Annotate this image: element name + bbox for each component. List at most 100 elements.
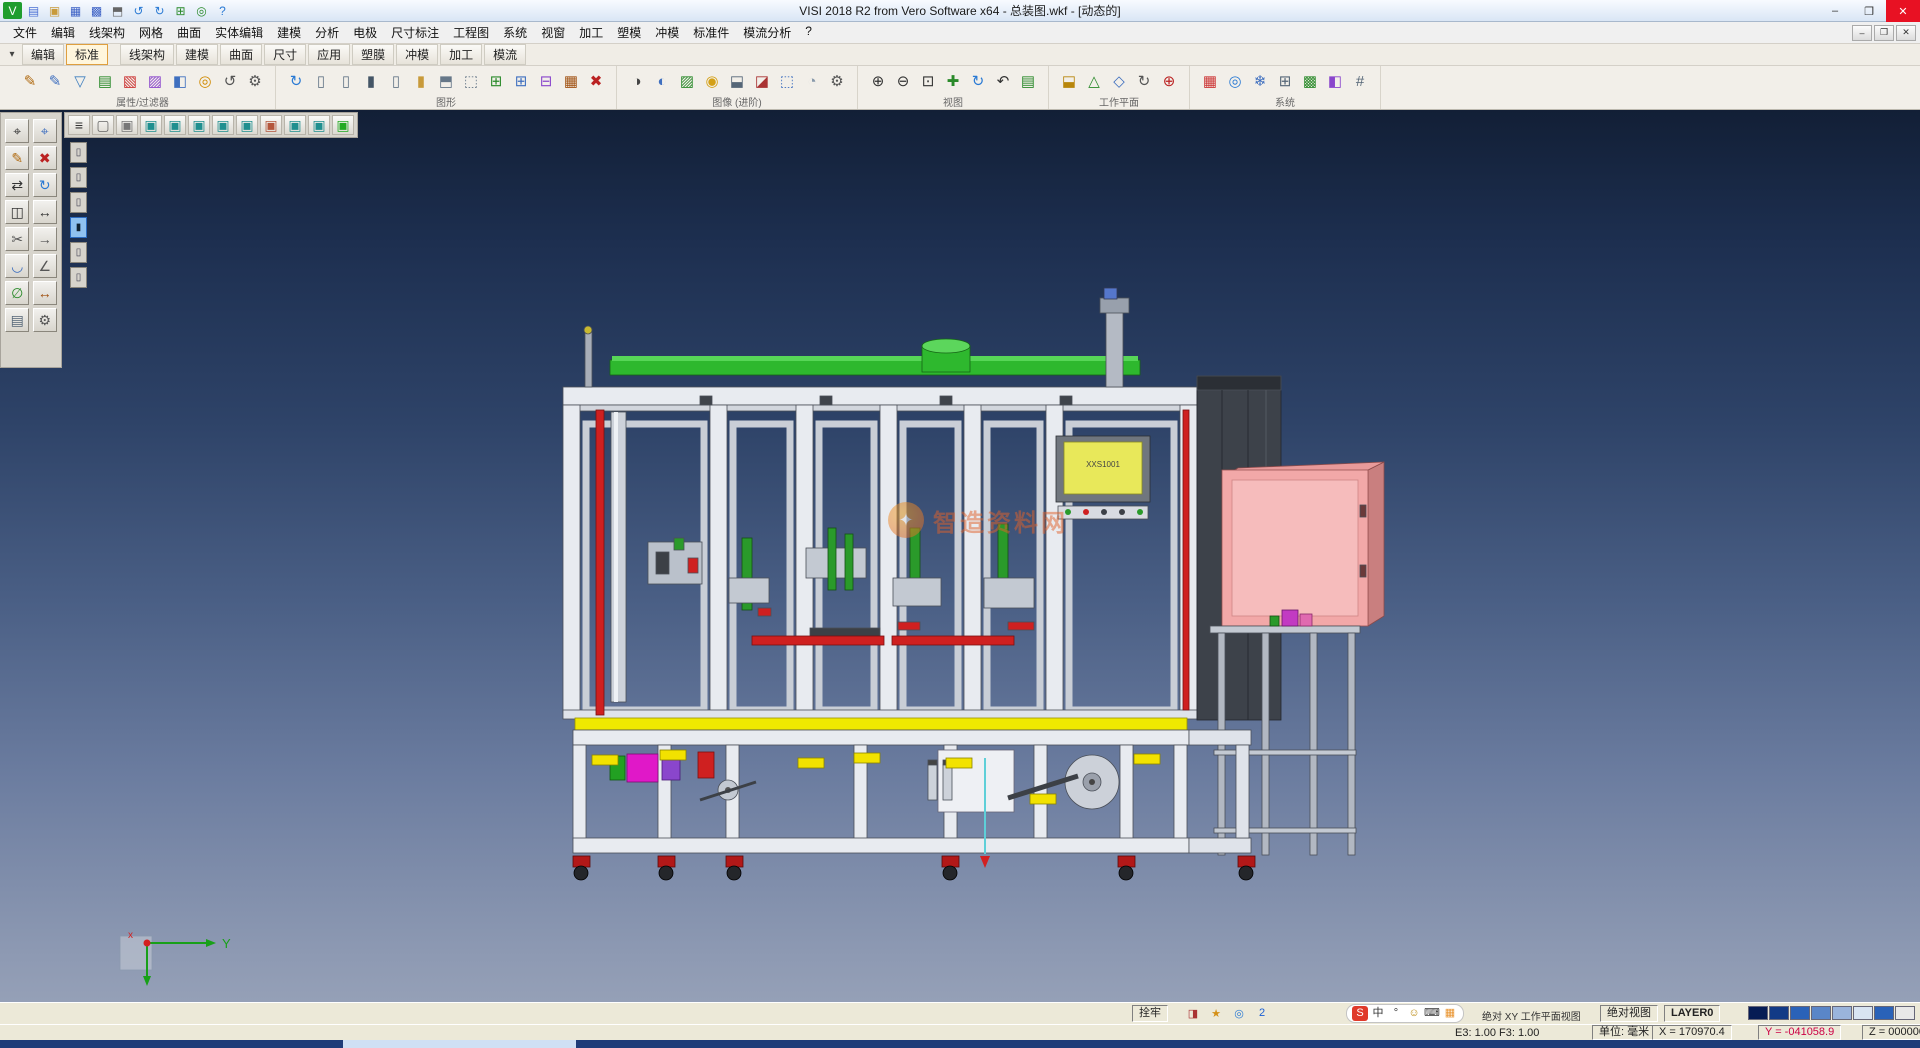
tab-standard[interactable]: 标准 [66, 44, 108, 65]
view-top-icon[interactable]: ▣ [164, 115, 186, 135]
texture-map-icon[interactable]: ▨ [676, 69, 698, 93]
zoom-extents-icon[interactable]: ⊡ [917, 69, 939, 93]
globe-icon[interactable]: ◎ [192, 2, 211, 19]
color-filter-icon[interactable]: ▧ [119, 69, 141, 93]
dock-properties-button[interactable]: ▯ [70, 142, 87, 163]
menu-electrode[interactable]: 电极 [346, 22, 384, 43]
render-box-icon[interactable]: ▣ [116, 115, 138, 135]
viewport-3d[interactable]: XXS1001 [0, 110, 1920, 1002]
layer-color-4[interactable] [1811, 1006, 1831, 1020]
tab-die[interactable]: 冲模 [396, 44, 438, 65]
dock-shading-button[interactable]: ▮ [70, 217, 87, 238]
layer-color-1[interactable] [1748, 1006, 1768, 1020]
menu-system[interactable]: 系统 [496, 22, 534, 43]
view-iso-icon[interactable]: ▣ [140, 115, 162, 135]
move-element-icon[interactable]: ⇄ [5, 173, 29, 197]
tab-modeling[interactable]: 建模 [176, 44, 218, 65]
scale-element-icon[interactable]: ↔ [33, 200, 57, 224]
workplane-rotate-icon[interactable]: ↻ [1133, 69, 1155, 93]
redo-icon[interactable]: ↻ [150, 2, 169, 19]
undo-icon[interactable]: ↺ [129, 2, 148, 19]
menu-die[interactable]: 冲模 [648, 22, 686, 43]
delete-graphics-icon[interactable]: ✖ [585, 69, 607, 93]
background-color-icon[interactable]: ⬓ [726, 69, 748, 93]
layer-color-3[interactable] [1790, 1006, 1810, 1020]
view-right-icon[interactable]: ▣ [260, 115, 282, 135]
menu-help[interactable]: ? [798, 22, 819, 43]
layer-color-6[interactable] [1853, 1006, 1873, 1020]
lock-toggle[interactable]: 拴牢 [1132, 1005, 1168, 1022]
view-mode-indicator[interactable]: 绝对视图 [1600, 1005, 1658, 1022]
input-emoji-icon[interactable]: ☺ [1406, 1006, 1422, 1021]
mirror-element-icon[interactable]: ◫ [5, 200, 29, 224]
tab-mold-flow[interactable]: 模流 [484, 44, 526, 65]
help-icon[interactable]: ? [213, 2, 232, 19]
chamfer-corner-icon[interactable]: ∠ [33, 254, 57, 278]
menu-flow-analysis[interactable]: 模流分析 [736, 22, 798, 43]
sogou-logo-icon[interactable]: S [1352, 1006, 1368, 1021]
menu-mesh[interactable]: 网格 [132, 22, 170, 43]
stack-elements-icon[interactable]: ⊞ [510, 69, 532, 93]
filter-funnel-icon[interactable]: ▽ [69, 69, 91, 93]
half-shade-icon[interactable]: ◐ [651, 69, 673, 93]
background-color-swatch[interactable] [1895, 1006, 1915, 1020]
world-system-icon[interactable]: ◎ [1224, 69, 1246, 93]
menu-solid-edit[interactable]: 实体编辑 [208, 22, 270, 43]
matrix-transform-icon[interactable]: ▩ [1299, 69, 1321, 93]
workplane-origin-icon[interactable]: ⊕ [1158, 69, 1180, 93]
layer-color-5[interactable] [1832, 1006, 1852, 1020]
image-settings-icon[interactable]: ⚙ [826, 69, 848, 93]
tray-capture-icon[interactable]: ◨ [1184, 1005, 1202, 1021]
input-keyboard-icon[interactable]: ⌨ [1424, 1006, 1440, 1021]
snap-settings-icon[interactable]: ❄ [1249, 69, 1271, 93]
reset-filter-icon[interactable]: ↺ [219, 69, 241, 93]
view-menu-icon[interactable]: ≡ [68, 115, 90, 135]
view-back-icon[interactable]: ▣ [212, 115, 234, 135]
extrude-shape-icon[interactable]: ⬒ [435, 69, 457, 93]
layer-panel-icon[interactable]: ▤ [5, 308, 29, 332]
menu-file[interactable]: 文件 [6, 22, 44, 43]
trim-element-icon[interactable]: ✂ [5, 227, 29, 251]
menu-analysis[interactable]: 分析 [308, 22, 346, 43]
section-view-icon[interactable]: ◪ [751, 69, 773, 93]
block-shape-icon[interactable]: ⬚ [460, 69, 482, 93]
select-chain-icon[interactable]: ⌖ [33, 119, 57, 143]
child-restore-button[interactable]: ❐ [1874, 25, 1894, 41]
maximize-button[interactable]: ❐ [1852, 0, 1886, 22]
menu-surface[interactable]: 曲面 [170, 22, 208, 43]
transparency-icon[interactable]: ◔ [801, 69, 823, 93]
dock-layers-button[interactable]: ▯ [70, 167, 87, 188]
tab-machining[interactable]: 加工 [440, 44, 482, 65]
material-library-icon[interactable]: ◧ [1324, 69, 1346, 93]
zoom-in-icon[interactable]: ⊕ [867, 69, 889, 93]
view-front-icon[interactable]: ▣ [188, 115, 210, 135]
select-element-icon[interactable]: ⌖ [5, 119, 29, 143]
view-dimetric-icon[interactable]: ▣ [308, 115, 330, 135]
input-lang-icon[interactable]: 中 [1370, 1006, 1386, 1021]
display-mode-icon[interactable]: ▢ [92, 115, 114, 135]
view-list-icon[interactable]: ▤ [1017, 69, 1039, 93]
rotate-element-icon[interactable]: ↻ [33, 173, 57, 197]
workplane-3points-icon[interactable]: △ [1083, 69, 1105, 93]
layer-palette-icon[interactable]: ▦ [1199, 69, 1221, 93]
tab-wireframe[interactable]: 线架构 [120, 44, 174, 65]
menu-wireframe[interactable]: 线架构 [82, 22, 132, 43]
menu-window[interactable]: 视窗 [534, 22, 572, 43]
view-bottom-icon[interactable]: ▣ [284, 115, 306, 135]
visi-logo[interactable]: V [3, 2, 22, 19]
tab-edit[interactable]: 编辑 [22, 44, 64, 65]
tool-settings-icon[interactable]: ⚙ [33, 308, 57, 332]
measure-distance-icon[interactable]: ∅ [5, 281, 29, 305]
zoom-out-icon[interactable]: ⊖ [892, 69, 914, 93]
workplane-standard-icon[interactable]: ⬓ [1058, 69, 1080, 93]
menu-dimension[interactable]: 尺寸标注 [384, 22, 446, 43]
menu-drafting[interactable]: 工程图 [446, 22, 496, 43]
group-elements-icon[interactable]: ⊞ [485, 69, 507, 93]
tab-surface[interactable]: 曲面 [220, 44, 262, 65]
pan-view-icon[interactable]: ✚ [942, 69, 964, 93]
new-document-icon[interactable]: ▤ [24, 2, 43, 19]
tray-flash-icon[interactable]: ★ [1207, 1005, 1225, 1021]
menu-mold[interactable]: 塑模 [610, 22, 648, 43]
tray-counter-icon[interactable]: 2 [1253, 1005, 1271, 1021]
view-shaded-icon[interactable]: ▣ [332, 115, 354, 135]
